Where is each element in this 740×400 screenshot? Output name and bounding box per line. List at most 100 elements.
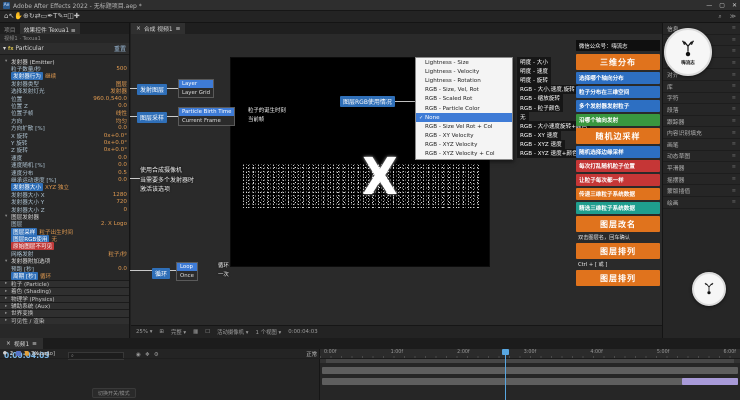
dropdown-option[interactable]: Layer Grid: [179, 88, 213, 96]
panel-menu-icon[interactable]: ≡: [732, 48, 736, 54]
panel-menu-icon[interactable]: ≡: [732, 164, 736, 170]
effect-parameter-row[interactable]: ▸ 可见性 / 渲染: [0, 317, 129, 324]
toggle-switches-modes-button[interactable]: 切换开关/模式: [92, 388, 136, 398]
menu-item[interactable]: RGB - Particle Color: [416, 104, 512, 113]
docked-panel-header[interactable]: 段落 ≡: [663, 104, 740, 116]
tab-close-icon[interactable]: ×: [6, 341, 11, 347]
parameter-value[interactable]: 0: [123, 207, 127, 213]
viewer-control[interactable]: 完整 ▾: [171, 328, 186, 336]
menu-item[interactable]: RGB - XYZ Velocity + Col: [416, 150, 512, 159]
docked-panel-header[interactable]: 库 ≡: [663, 81, 740, 93]
menu-item[interactable]: Lightness - Rotation: [416, 76, 512, 85]
toolbar-right-icon[interactable]: ⌕: [718, 13, 721, 21]
maximize-button[interactable]: ▢: [719, 2, 725, 9]
viewer-control[interactable]: 1 个视图 ▾: [255, 328, 281, 336]
parameter-value[interactable]: 0x+0.0°: [104, 140, 127, 146]
parameter-value[interactable]: 0.0: [118, 266, 127, 272]
effect-parameter-row[interactable]: ▸ 粒子 (Particle): [0, 280, 129, 287]
layer-color-swatch[interactable]: [16, 351, 21, 356]
time-ruler[interactable]: 0:00f1:00f2:00f3:00f4:00f5:00f6:00f: [320, 349, 740, 359]
tab-project[interactable]: 项目: [0, 23, 20, 34]
close-button[interactable]: ✕: [732, 2, 737, 9]
minimize-button[interactable]: —: [706, 2, 712, 9]
parameter-value[interactable]: 0.0: [118, 103, 127, 109]
docked-panel-header[interactable]: 跟踪器 ≡: [663, 116, 740, 128]
parameter-value[interactable]: 0x+0.0°: [104, 133, 127, 139]
menu-item[interactable]: RGB - XYZ Velocity: [416, 141, 512, 150]
parameter-value[interactable]: 发射器: [110, 87, 127, 95]
panel-menu-icon[interactable]: ≡: [732, 130, 736, 136]
dropdown-option[interactable]: Current Frame: [179, 116, 234, 124]
parameter-value[interactable]: 720: [116, 199, 127, 205]
panel-menu-icon[interactable]: ≡: [732, 199, 736, 205]
panel-menu-icon[interactable]: ≡: [732, 188, 736, 194]
docked-panel-header[interactable]: 摇摆器 ≡: [663, 174, 740, 186]
viewer-control[interactable]: ▦: [193, 329, 198, 335]
parameter-value[interactable]: 0.0: [118, 177, 127, 183]
docked-panel-header[interactable]: 蒙版插值 ≡: [663, 185, 740, 197]
work-area-bar[interactable]: [320, 359, 740, 363]
panel-menu-icon[interactable]: ≡: [732, 118, 736, 124]
menu-item[interactable]: ✓ None: [416, 113, 512, 122]
panel-menu-icon[interactable]: ≡: [732, 72, 736, 78]
effect-parameter-row[interactable]: ▸ 物理学 (Physics): [0, 295, 129, 302]
tab-effect-controls[interactable]: 效果控件 Texua1 ≡: [20, 23, 80, 34]
panel-menu-icon[interactable]: ≡: [732, 25, 736, 31]
layer-row[interactable]: ● 2 ■ [X Logo] 正常: [0, 349, 320, 359]
twirl-icon[interactable]: ▾: [3, 45, 6, 52]
parameter-value[interactable]: 0.0: [118, 125, 127, 131]
viewer-control[interactable]: 活动摄像机 ▾: [217, 328, 248, 336]
tool-icon[interactable]: ✋: [14, 12, 23, 20]
tool-icon[interactable]: ◫: [67, 12, 74, 20]
layer-name[interactable]: [X Logo]: [32, 351, 303, 357]
layer-duration-bar[interactable]: [322, 367, 738, 374]
parameter-value[interactable]: 循环: [40, 272, 51, 280]
timeline-tab[interactable]: × 视频1 ≡: [0, 338, 43, 349]
docked-panel-header[interactable]: 字符 ≡: [663, 93, 740, 105]
dropdown-option[interactable]: Once: [177, 271, 197, 279]
tab-close-icon[interactable]: ×: [136, 26, 141, 32]
dropdown-option[interactable]: Layer: [179, 80, 213, 88]
panel-menu-icon[interactable]: ≡: [732, 60, 736, 66]
docked-panel-header[interactable]: 绘画 ≡: [663, 197, 740, 209]
visibility-eye-icon[interactable]: ●: [3, 351, 7, 356]
menu-item[interactable]: RGB - Size, Vel, Rot: [416, 86, 512, 95]
menu-item[interactable]: Lightness - Velocity: [416, 67, 512, 76]
panel-menu-icon[interactable]: ≡: [732, 176, 736, 182]
docked-panel-header[interactable]: 内容识别填充 ≡: [663, 127, 740, 139]
playhead[interactable]: [505, 349, 506, 400]
menu-item[interactable]: RGB - XY Velocity: [416, 132, 512, 141]
parameter-value[interactable]: 0x+0.0°: [104, 147, 127, 153]
panel-menu-icon[interactable]: ≡: [732, 141, 736, 147]
parameter-value[interactable]: 0.5: [118, 170, 127, 176]
menu-item[interactable]: RGB - Scaled Rot: [416, 95, 512, 104]
effect-header[interactable]: ▾ fx Particular 重置: [0, 43, 129, 55]
parameter-value[interactable]: 0.0: [118, 155, 127, 161]
effect-parameter-row[interactable]: ▸ 着色 (Shading): [0, 287, 129, 294]
panel-menu-icon[interactable]: ≡: [176, 26, 181, 32]
dropdown-option[interactable]: Particle Birth Time: [179, 108, 234, 116]
docked-panel-header[interactable]: 动态草图 ≡: [663, 151, 740, 163]
effect-parameter-row[interactable]: ▸ 辅助系统 (Aux): [0, 302, 129, 309]
effect-parameter-row[interactable]: ▸ 世界变换: [0, 309, 129, 316]
tool-icon[interactable]: ✚: [74, 12, 80, 20]
toolbar-right-icon[interactable]: ≫: [730, 13, 736, 20]
parameter-value[interactable]: 2. X Logo: [101, 221, 127, 227]
viewer-control[interactable]: 0:00:04:03: [288, 329, 317, 335]
docked-panel-header[interactable]: 平滑器 ≡: [663, 162, 740, 174]
parameter-value[interactable]: 均匀: [116, 117, 127, 125]
composition-tab[interactable]: × 合成 视频1 ≡: [131, 23, 185, 34]
effect-parameter-row[interactable]: 周期 [秒] 循环: [0, 272, 129, 279]
layer-blend-mode[interactable]: 正常: [306, 350, 317, 358]
viewer-control[interactable]: ☐: [205, 329, 210, 335]
docked-panel-header[interactable]: 画笔 ≡: [663, 139, 740, 151]
panel-menu-icon[interactable]: ≡: [732, 106, 736, 112]
menu-item[interactable]: Lightness - Size: [416, 58, 512, 67]
panel-menu-icon[interactable]: ≡: [32, 341, 37, 347]
viewer-control[interactable]: ⊞: [159, 329, 164, 335]
dropdown-option[interactable]: Loop: [177, 263, 197, 271]
viewer-control[interactable]: 25% ▾: [136, 329, 152, 335]
menu-item[interactable]: RGB - Size Vel Rot + Col: [416, 122, 512, 131]
parameter-value[interactable]: 960.0,540.0: [93, 96, 127, 102]
panel-menu-icon[interactable]: ≡: [732, 153, 736, 159]
